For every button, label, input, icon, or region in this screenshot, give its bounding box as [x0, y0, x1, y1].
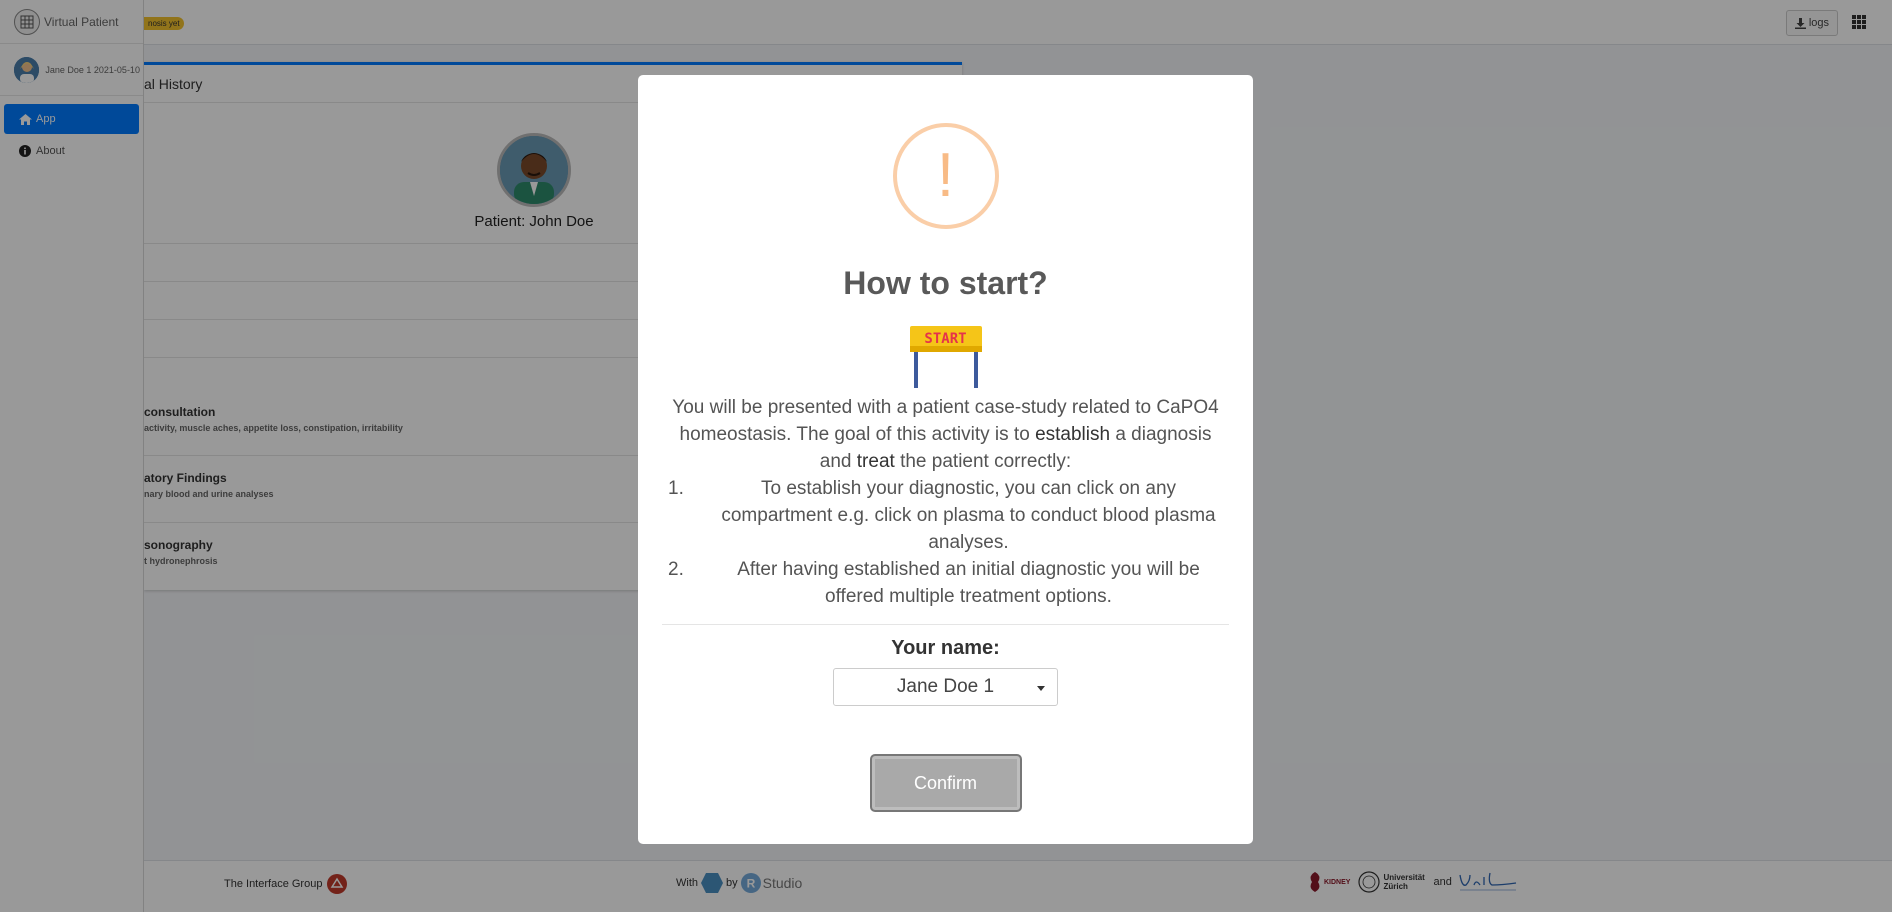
intro-text: the patient correctly:	[894, 451, 1072, 472]
list-item: 1. To establish your diagnostic, you can…	[668, 475, 1225, 556]
warning-icon: !	[892, 123, 999, 229]
intro-emphasis: establish	[1035, 424, 1111, 445]
warning-glyph: !	[936, 141, 955, 210]
list-item: 2. After having established an initial d…	[668, 556, 1225, 610]
step-number: 2.	[668, 559, 684, 580]
chevron-down-icon	[1037, 686, 1045, 691]
name-select-value: Jane Doe 1	[896, 676, 995, 697]
how-to-start-modal: ! How to start? START You will be presen…	[638, 75, 1253, 844]
step-number: 1.	[668, 478, 684, 499]
instruction-list: 1. To establish your diagnostic, you can…	[638, 475, 1253, 610]
divider	[662, 624, 1229, 625]
confirm-button[interactable]: Confirm	[869, 754, 1022, 812]
start-sign-icon: START	[908, 324, 984, 388]
step-text: To establish your diagnostic, you can cl…	[721, 478, 1216, 553]
start-sign-text: START	[924, 331, 967, 347]
step-text: After having established an initial diag…	[737, 559, 1200, 607]
modal-title: How to start?	[843, 265, 1048, 301]
name-select[interactable]: Jane Doe 1	[833, 668, 1058, 706]
intro-emphasis: treat	[856, 451, 895, 472]
modal-intro: You will be presented with a patient cas…	[638, 388, 1253, 475]
name-label: Your name:	[891, 637, 1000, 659]
